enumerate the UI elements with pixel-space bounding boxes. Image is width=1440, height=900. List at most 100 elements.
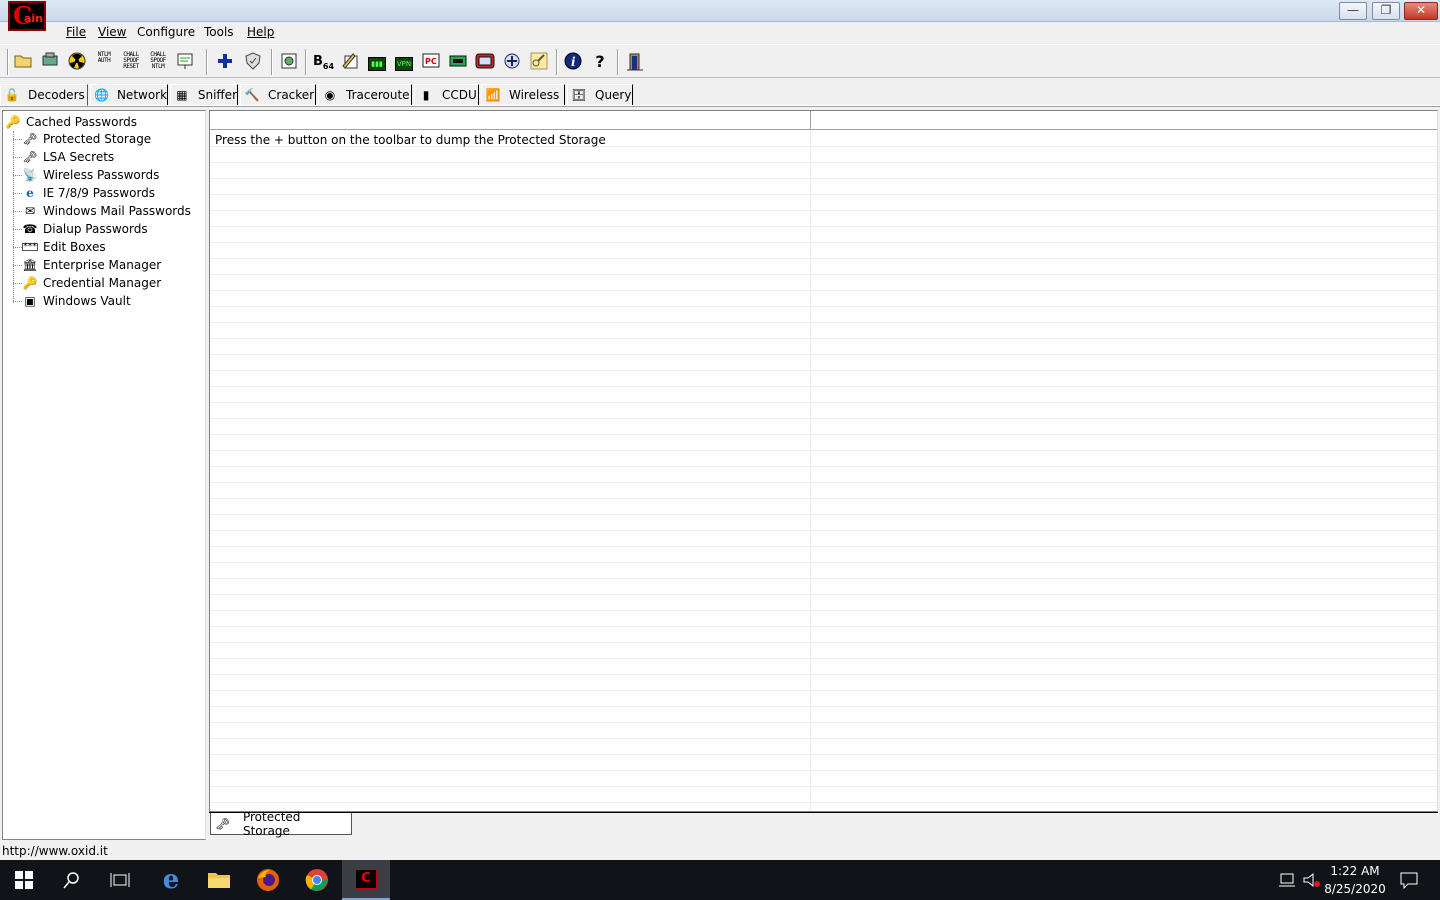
tree-item-lsa-secrets[interactable]: 🗝 LSA Secrets [22,148,114,166]
tab-sniffer[interactable]: ▦ Sniffer [170,84,238,105]
tab-protected-storage[interactable]: 🗝 Protected Storage [210,809,352,838]
restore-button[interactable]: ❐ [1372,2,1400,20]
chrome-icon [305,869,328,891]
radiation-icon[interactable] [67,52,87,72]
search-icon [63,872,79,889]
help-icon[interactable]: ? [590,52,610,72]
tab-decoders[interactable]: 🔓 Decoders [0,84,88,106]
volume-muted-icon[interactable] [1300,860,1322,900]
windows-logo-icon [15,871,33,889]
tree-label: Dialup Passwords [43,222,148,236]
open-folder-icon[interactable] [13,52,33,72]
plus-icon[interactable] [215,52,235,72]
taskbar-file-explorer[interactable] [195,860,243,900]
menu-view[interactable]: View [98,25,126,39]
tab-label: Protected Storage [242,809,301,838]
toolbar-separator [305,49,307,75]
tree-label: Wireless Passwords [43,168,160,182]
taskbar-cain[interactable]: C [342,860,390,900]
tree-connector [13,229,22,230]
router-icon[interactable] [475,52,495,72]
tab-cracker[interactable]: 🔨 Cracker [240,84,316,105]
tab-label: Cracker [268,88,315,102]
pc-icon[interactable]: PC [421,52,441,72]
minimize-button[interactable]: — [1339,2,1367,20]
menu-configure[interactable]: Configure [137,25,195,39]
lsa-secrets-icon: 🗝 [22,150,38,164]
tree-item-ie-passwords[interactable]: e IE 7/8/9 Passwords [22,184,155,202]
wireless-icon: 📶 [485,88,501,102]
tab-query[interactable]: 🗄 Query [567,84,633,105]
info-icon[interactable]: i [563,52,583,72]
column-header-1[interactable] [210,111,811,130]
tree-item-credential-manager[interactable]: 🔑 Credential Manager [22,274,162,292]
tree-connector [13,301,22,302]
task-view-button[interactable] [96,860,144,900]
hash-icon[interactable] [448,52,468,72]
tree-item-dialup-passwords[interactable]: ☎ Dialup Passwords [22,220,148,238]
exit-icon[interactable] [625,52,645,72]
tab-network[interactable]: 🌐 Network [90,84,168,105]
start-button[interactable] [0,860,48,900]
menu-bar: File View Configure Tools Help [0,22,1440,42]
network-adapter-icon[interactable] [40,52,60,72]
decoder-tree[interactable]: 🔑 Cached Passwords 🗝 Protected Storage 🗝… [2,110,206,840]
results-list[interactable]: Press the + button on the toolbar to dum… [209,110,1438,812]
network-tray-icon[interactable] [1276,860,1298,900]
tab-label: Network [116,88,168,102]
key-icon[interactable] [529,52,549,72]
tree-item-enterprise-manager[interactable]: 🏛 Enterprise Manager [22,256,161,274]
tab-ccdu[interactable]: ▮ CCDU [414,84,479,105]
taskbar-edge[interactable]: e [147,860,195,900]
vpn-icon[interactable]: VPN [394,52,414,72]
toolbar-separator [617,49,619,75]
decoders-icon: 🔓 [4,88,20,102]
tree-connector [13,265,22,266]
list-item[interactable]: Press the + button on the toolbar to dum… [215,133,606,147]
menu-file[interactable]: File [66,25,86,39]
chall-spoof-ntlm-icon[interactable]: CHALL SPOOF NTLM [148,52,168,72]
tab-traceroute[interactable]: ◉ Traceroute [318,84,412,105]
cain-window: — ❐ ✕ Cain File View Configure Tools Hel… [0,0,1440,860]
column-header-2[interactable] [811,111,1437,130]
cain-logo-icon[interactable]: Cain [8,1,46,31]
shield-icon[interactable] [243,52,263,72]
tree-label: Protected Storage [43,132,152,146]
taskbar-chrome[interactable] [293,860,341,900]
vault-icon: ▣ [24,294,36,308]
gear-cert-icon[interactable] [279,52,299,72]
lcd-icon[interactable]: ▮▮▮ [367,52,387,72]
taskbar-firefox[interactable] [244,860,292,900]
tab-divider [0,105,1440,107]
base64-icon[interactable]: B64 [313,52,334,72]
tree-item-windows-vault[interactable]: ▣ Windows Vault [22,292,130,310]
taskbar-clock[interactable]: 1:22 AM 8/25/2020 [1322,862,1388,898]
tree-item-edit-boxes[interactable]: *** Edit Boxes [22,238,106,256]
tree-label: IE 7/8/9 Passwords [43,186,156,200]
tree-item-windows-mail-passwords[interactable]: ✉ Windows Mail Passwords [22,202,191,220]
chall-spoof-reset-icon[interactable]: CHALL SPOOF RESET [121,52,141,72]
tree-connector [13,193,22,194]
tab-label: Traceroute [346,88,410,102]
menu-tools[interactable]: Tools [204,25,234,39]
list-rows [210,131,1437,811]
credential-manager-icon: 🔑 [22,276,38,290]
action-center-button[interactable] [1394,860,1424,900]
status-bar: http://www.oxid.it [0,843,1440,860]
search-button[interactable] [48,860,96,900]
certificate-icon[interactable] [175,52,195,72]
clock-time: 1:22 AM [1330,864,1380,878]
tree-item-protected-storage[interactable]: 🗝 Protected Storage [22,130,151,148]
cracker-icon: 🔨 [244,88,260,102]
tree-label: Cached Passwords [26,115,138,129]
tree-item-cached-passwords[interactable]: 🔑 Cached Passwords [5,113,138,131]
pen-icon[interactable] [340,52,360,72]
menu-help[interactable]: Help [247,25,274,39]
tab-wireless[interactable]: 📶 Wireless [481,84,565,105]
tree-item-wireless-passwords[interactable]: 📡 Wireless Passwords [22,166,160,184]
tab-label: CCDU [442,88,477,102]
ntlm-auth-icon[interactable]: NTLM AUTH [94,52,114,72]
close-button[interactable]: ✕ [1404,2,1438,20]
internet-explorer-icon: e [162,865,180,895]
cisco-icon[interactable] [502,52,522,72]
